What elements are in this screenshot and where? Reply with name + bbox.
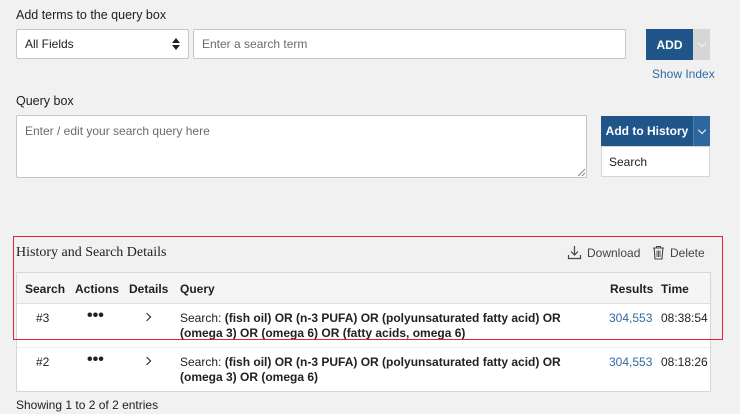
column-header-details: Details: [129, 282, 169, 296]
actions-menu-icon[interactable]: •••: [87, 307, 104, 325]
select-arrows-icon: [172, 38, 180, 50]
search-time: 08:18:26: [661, 355, 708, 369]
actions-menu-icon[interactable]: •••: [87, 351, 104, 369]
search-term-input[interactable]: [193, 29, 626, 59]
query-text: Search: (fish oil) OR (n-3 PUFA) OR (pol…: [180, 311, 561, 340]
chevron-right-icon: [142, 356, 152, 366]
table-row: #2 ••• Search: (fish oil) OR (n-3 PUFA) …: [17, 347, 710, 390]
entries-summary: Showing 1 to 2 of 2 entries: [16, 398, 159, 412]
chevron-right-icon: [142, 312, 152, 322]
results-count-link[interactable]: 304,553: [609, 355, 652, 369]
add-terms-label: Add terms to the query box: [16, 8, 167, 22]
history-options-toggle[interactable]: [693, 116, 710, 146]
show-index-link[interactable]: Show Index: [652, 67, 715, 81]
delete-label: Delete: [670, 245, 705, 260]
query-box-label: Query box: [16, 94, 74, 108]
download-icon: [567, 246, 582, 260]
column-header-search[interactable]: Search: [25, 282, 65, 296]
search-number: #3: [36, 311, 50, 325]
history-section-title: History and Search Details: [16, 245, 167, 260]
add-to-history-button[interactable]: Add to History: [601, 116, 693, 146]
download-label: Download: [587, 245, 641, 260]
column-header-time[interactable]: Time: [661, 282, 689, 296]
details-toggle[interactable]: [142, 356, 152, 366]
table-header: Search Actions Details Query Results Tim…: [17, 273, 710, 304]
resize-grip-icon[interactable]: [577, 168, 586, 177]
history-table: Search Actions Details Query Results Tim…: [16, 272, 711, 392]
query-text: Search: (fish oil) OR (n-3 PUFA) OR (pol…: [180, 355, 561, 384]
add-options-dropdown[interactable]: [693, 29, 710, 60]
table-row: #3 ••• Search: (fish oil) OR (n-3 PUFA) …: [17, 304, 710, 347]
column-header-actions: Actions: [75, 282, 120, 296]
query-textarea[interactable]: [16, 115, 587, 178]
results-count-link[interactable]: 304,553: [609, 311, 652, 325]
details-toggle[interactable]: [142, 312, 152, 322]
chevron-down-icon: [697, 38, 706, 48]
trash-icon: [653, 245, 664, 260]
download-button[interactable]: Download: [567, 245, 640, 260]
chevron-down-icon: [697, 125, 707, 134]
search-time: 08:38:54: [661, 311, 708, 325]
column-header-results[interactable]: Results: [610, 282, 653, 296]
delete-button[interactable]: Delete: [652, 245, 705, 260]
add-button[interactable]: ADD: [646, 29, 693, 60]
field-select-value: All Fields: [25, 37, 74, 51]
dropdown-item-search[interactable]: Search: [601, 146, 710, 177]
search-number: #2: [36, 355, 50, 369]
field-select[interactable]: All Fields: [16, 29, 189, 59]
column-header-query: Query: [180, 282, 215, 296]
